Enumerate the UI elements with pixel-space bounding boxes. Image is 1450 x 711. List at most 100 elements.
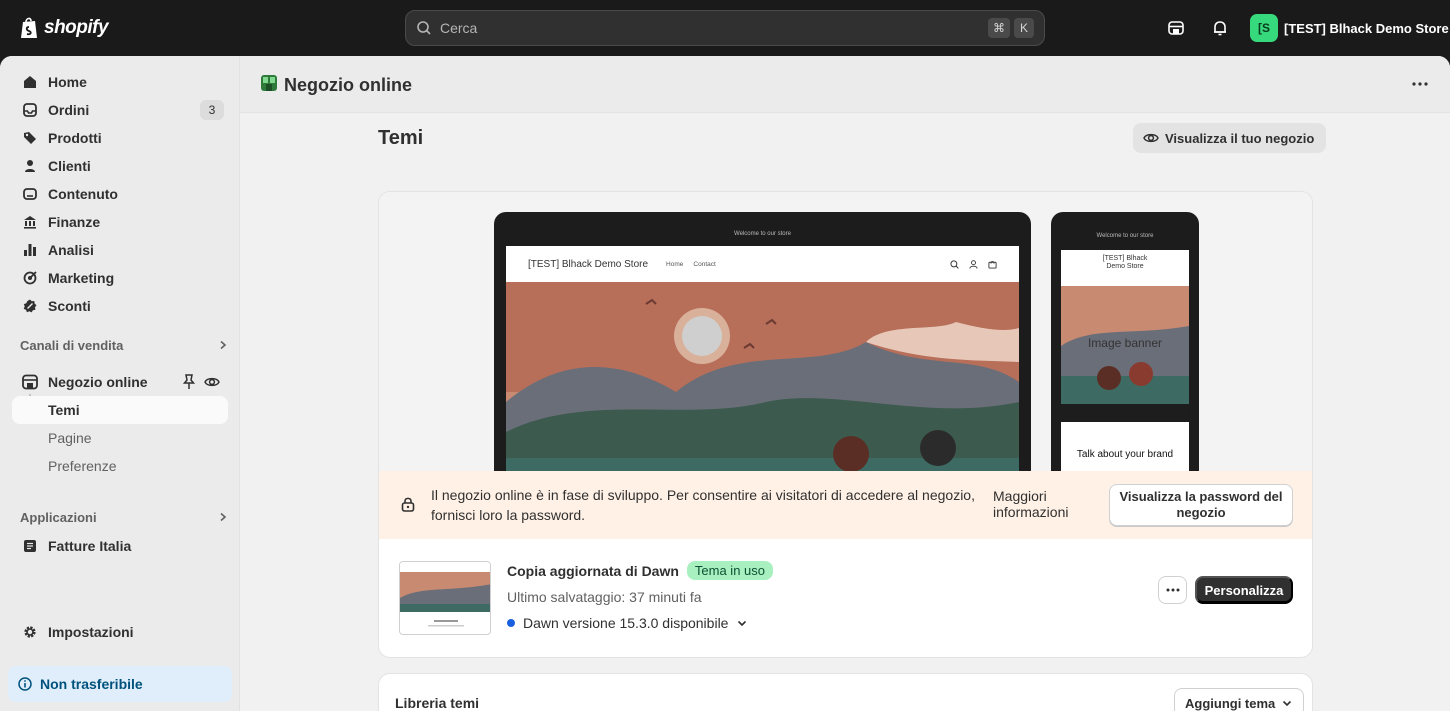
sidebar-subitem-preferences[interactable]: Preferenze (12, 452, 228, 480)
version-dropdown[interactable]: Dawn versione 15.3.0 disponibile (507, 615, 748, 631)
add-theme-label: Aggiungi tema (1185, 695, 1276, 711)
chevron-down-icon (1281, 697, 1293, 709)
app-grid-icon (22, 538, 38, 554)
development-banner: Il negozio online è in fase di sviluppo.… (379, 471, 1312, 539)
preview-nav-contact: Contact (693, 260, 716, 268)
status-badge: Tema in uso (686, 561, 773, 580)
theme-preview[interactable]: Welcome to our store [TEST] Blhack Demo … (379, 192, 1312, 471)
desktop-screen: Welcome to our store [TEST] Blhack Demo … (506, 222, 1019, 471)
view-password-button[interactable]: Visualizza la password del negozio (1109, 484, 1293, 526)
development-message: Il negozio online è in fase di sviluppo.… (431, 487, 975, 523)
orders-count-badge: 3 (200, 100, 224, 120)
theme-actions-button[interactable] (1158, 576, 1187, 604)
shopify-logo[interactable]: shopify (20, 16, 109, 40)
more-actions-icon[interactable] (1410, 74, 1430, 94)
sidebar-item-fatture-italia[interactable]: Fatture Italia (12, 532, 228, 560)
last-saved: Ultimo salvataggio: 37 minuti fa (507, 589, 702, 605)
sidebar-item-label: Fatture Italia (48, 538, 132, 554)
mobile-preview: Welcome to our store [TEST] Blhack Demo … (1051, 212, 1199, 471)
shopify-bag-icon (21, 17, 37, 38)
main-content: Negozio online Temi Visualizza il tuo ne… (240, 56, 1450, 711)
pin-icon[interactable] (182, 374, 196, 393)
more-horizontal-icon (1166, 588, 1179, 592)
sidebar-item-label: Clienti (48, 158, 91, 174)
sidebar-item-content[interactable]: Contenuto (12, 180, 228, 208)
sidebar-item-label: Contenuto (48, 186, 118, 202)
logo-wordmark: shopify (44, 17, 109, 38)
theme-library-card: Libreria temi Aggiungi tema (378, 673, 1313, 711)
sidebar-item-discounts[interactable]: Sconti (12, 292, 228, 320)
search-icon (417, 21, 431, 35)
sales-channels-heading[interactable]: Canali di vendita (20, 338, 228, 353)
store-account-menu[interactable]: [S [TEST] Blhack Demo Store (1250, 14, 1449, 42)
sidebar-item-online-store[interactable]: Negozio online (12, 368, 228, 396)
add-theme-button[interactable]: Aggiungi tema (1174, 688, 1305, 711)
eye-icon[interactable] (204, 374, 220, 393)
sidebar-item-customers[interactable]: Clienti (12, 152, 228, 180)
avatar: [S (1250, 14, 1278, 42)
preview-nav: Home Contact (666, 261, 716, 268)
current-theme-card: Welcome to our store [TEST] Blhack Demo … (378, 191, 1313, 658)
home-icon (22, 74, 38, 90)
sidebar-subitem-pages[interactable]: Pagine (12, 424, 228, 452)
shortcut-key-cmd: ⌘ (988, 18, 1010, 38)
sidebar-subitem-label: Pagine (48, 430, 92, 446)
sidebar-item-label: Finanze (48, 214, 101, 230)
desktop-preview: Welcome to our store [TEST] Blhack Demo … (494, 212, 1031, 471)
sidebar-item-orders[interactable]: Ordini 3 (12, 96, 228, 124)
online-store-icon (22, 374, 38, 390)
page-header-title: Negozio online (260, 74, 412, 97)
sidebar-item-finance[interactable]: Finanze (12, 208, 228, 236)
sidebar-item-label: Marketing (48, 270, 115, 286)
store-name: [TEST] Blhack Demo Store (1284, 20, 1449, 36)
view-store-label: Visualizza il tuo negozio (1165, 130, 1315, 146)
sidebar-item-settings[interactable]: Impostazioni (12, 618, 228, 646)
mobile-screen: Welcome to our store [TEST] Blhack Demo … (1061, 222, 1189, 471)
sidebar-item-products[interactable]: Prodotti (12, 124, 228, 152)
sidebar-item-label: Negozio online (48, 374, 148, 390)
sidebar-subitem-themes[interactable]: Temi (12, 396, 228, 424)
page-header: Negozio online (240, 56, 1450, 113)
theme-name-label: Copia aggiornata di Dawn (507, 562, 679, 579)
info-icon (18, 677, 32, 691)
sidebar-item-marketing[interactable]: Marketing (12, 264, 228, 292)
gear-icon (22, 624, 38, 640)
online-store-app-icon (260, 74, 278, 97)
chevron-right-icon (218, 338, 228, 353)
sidebar-item-label: Home (48, 74, 87, 90)
sidebar-item-analytics[interactable]: Analisi (12, 236, 228, 264)
view-store-button[interactable]: Visualizza il tuo negozio (1133, 123, 1327, 153)
sidebar-item-home[interactable]: Home (12, 68, 228, 96)
notification-bell-icon[interactable] (1208, 16, 1232, 40)
sales-channels-label: Canali di vendita (20, 338, 124, 353)
chevron-right-icon (218, 510, 228, 525)
shortcut-key-k: K (1014, 18, 1034, 38)
sidebar: Home Ordini 3 Prodotti Clienti Contenuto… (0, 56, 240, 711)
mobile-banner-title: Image banner (1087, 336, 1163, 350)
theme-thumbnail[interactable] (399, 561, 491, 635)
sidebar-item-label: Prodotti (48, 130, 102, 146)
mobile-announcement-bar: Welcome to our store (1061, 222, 1189, 250)
apps-heading[interactable]: Applicazioni (20, 510, 228, 525)
theme-name: Copia aggiornata di Dawn Tema in uso (507, 561, 773, 580)
hero-illustration (506, 282, 1019, 471)
content-icon (22, 186, 38, 202)
bank-icon (22, 214, 38, 230)
version-label: Dawn versione 15.3.0 disponibile (523, 615, 729, 631)
sidebar-item-label: Analisi (48, 242, 94, 258)
search-bar[interactable]: Cerca ⌘ K (405, 10, 1045, 46)
discount-icon (22, 298, 38, 314)
person-icon (22, 158, 38, 174)
sidebar-item-label: Impostazioni (48, 624, 134, 640)
theme-info-row: Copia aggiornata di Dawn Tema in uso Ult… (379, 539, 1312, 657)
eye-icon (1143, 130, 1159, 146)
customize-button[interactable]: Personalizza (1195, 576, 1293, 604)
more-info-link[interactable]: Maggiori informazioni (993, 488, 1093, 520)
apps-label: Applicazioni (20, 510, 97, 525)
sidebar-item-label: Sconti (48, 298, 91, 314)
announcement-bar: Welcome to our store (506, 222, 1019, 246)
store-switcher-icon[interactable] (1164, 16, 1188, 40)
top-bar: shopify Cerca ⌘ K [S [TEST] Blhack Demo … (0, 0, 1450, 56)
non-transferable-banner[interactable]: Non trasferibile (8, 666, 232, 702)
preview-header-icons (950, 259, 997, 269)
